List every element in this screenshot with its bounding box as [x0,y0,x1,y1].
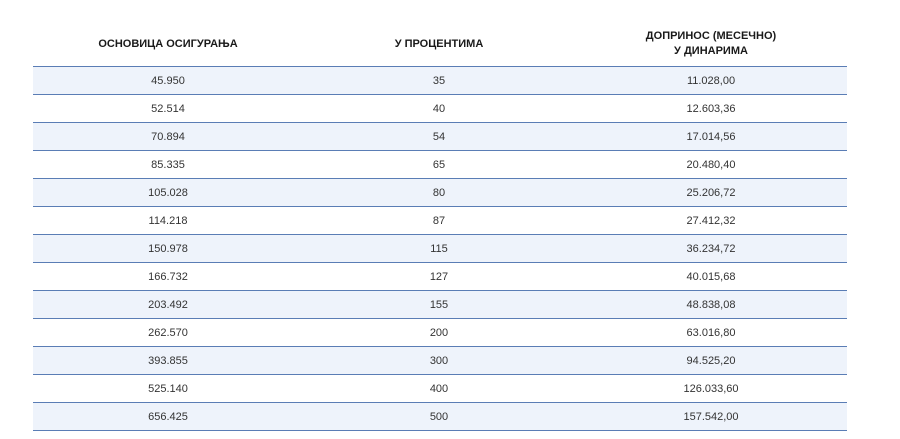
cell-percentage: 80 [303,178,575,207]
cell-percentage: 300 [303,346,575,375]
contribution-table-container: ОСНОВИЦА ОСИГУРАЊА У ПРОЦЕНТИМА ДОПРИНОС… [33,22,847,431]
cell-contribution: 20.480,40 [575,150,847,179]
cell-contribution: 94.525,20 [575,346,847,375]
cell-contribution: 40.015,68 [575,262,847,291]
table-row: 393.855 300 94.525,20 [33,346,847,375]
table-row: 166.732 127 40.015,68 [33,262,847,291]
cell-insurance-base: 105.028 [33,178,303,207]
cell-percentage: 115 [303,234,575,263]
cell-percentage: 400 [303,374,575,403]
table-row: 85.335 65 20.480,40 [33,150,847,179]
table-header: ОСНОВИЦА ОСИГУРАЊА У ПРОЦЕНТИМА ДОПРИНОС… [33,22,847,67]
cell-contribution: 48.838,08 [575,290,847,319]
cell-insurance-base: 393.855 [33,346,303,375]
cell-insurance-base: 114.218 [33,206,303,235]
cell-percentage: 54 [303,122,575,151]
table-body: 45.950 35 11.028,00 52.514 40 12.603,36 70.894… [33,66,847,431]
table-row: 70.894 54 17.014,56 [33,122,847,151]
header-insurance-base: ОСНОВИЦА ОСИГУРАЊА [33,22,303,67]
header-line: У ДИНАРИМА [674,45,748,57]
cell-percentage: 35 [303,66,575,95]
cell-percentage: 500 [303,402,575,431]
cell-percentage: 65 [303,150,575,179]
cell-contribution: 157.542,00 [575,402,847,431]
cell-insurance-base: 262.570 [33,318,303,347]
cell-percentage: 155 [303,290,575,319]
contribution-table: ОСНОВИЦА ОСИГУРАЊА У ПРОЦЕНТИМА ДОПРИНОС… [33,22,847,431]
table-row: 525.140 400 126.033,60 [33,374,847,403]
table-row: 114.218 87 27.412,32 [33,206,847,235]
cell-insurance-base: 166.732 [33,262,303,291]
cell-insurance-base: 150.978 [33,234,303,263]
cell-insurance-base: 70.894 [33,122,303,151]
header-row: ОСНОВИЦА ОСИГУРАЊА У ПРОЦЕНТИМА ДОПРИНОС… [33,22,847,67]
table-row: 150.978 115 36.234,72 [33,234,847,263]
header-line: ДОПРИНОС (МЕСЕЧНО) [645,30,777,42]
header-line: ОСНОВИЦА ОСИГУРАЊА [98,37,238,50]
cell-contribution: 12.603,36 [575,94,847,123]
table-row: 203.492 155 48.838,08 [33,290,847,319]
table-row: 52.514 40 12.603,36 [33,94,847,123]
cell-percentage: 87 [303,206,575,235]
cell-insurance-base: 525.140 [33,374,303,403]
cell-contribution: 36.234,72 [575,234,847,263]
cell-insurance-base: 656.425 [33,402,303,431]
table-row: 656.425 500 157.542,00 [33,402,847,431]
cell-contribution: 27.412,32 [575,206,847,235]
cell-insurance-base: 45.950 [33,66,303,95]
cell-insurance-base: 52.514 [33,94,303,123]
header-percentage: У ПРОЦЕНТИМА [303,22,575,67]
cell-insurance-base: 85.335 [33,150,303,179]
cell-contribution: 126.033,60 [575,374,847,403]
table-row: 45.950 35 11.028,00 [33,66,847,95]
cell-insurance-base: 203.492 [33,290,303,319]
cell-contribution: 63.016,80 [575,318,847,347]
header-line: У ПРОЦЕНТИМА [394,37,484,50]
table-row: 262.570 200 63.016,80 [33,318,847,347]
cell-percentage: 127 [303,262,575,291]
table-row: 105.028 80 25.206,72 [33,178,847,207]
cell-contribution: 17.014,56 [575,122,847,151]
cell-percentage: 40 [303,94,575,123]
header-monthly-contribution: ДОПРИНОС (МЕСЕЧНО) У ДИНАРИМА [575,22,847,67]
cell-contribution: 11.028,00 [575,66,847,95]
cell-contribution: 25.206,72 [575,178,847,207]
cell-percentage: 200 [303,318,575,347]
